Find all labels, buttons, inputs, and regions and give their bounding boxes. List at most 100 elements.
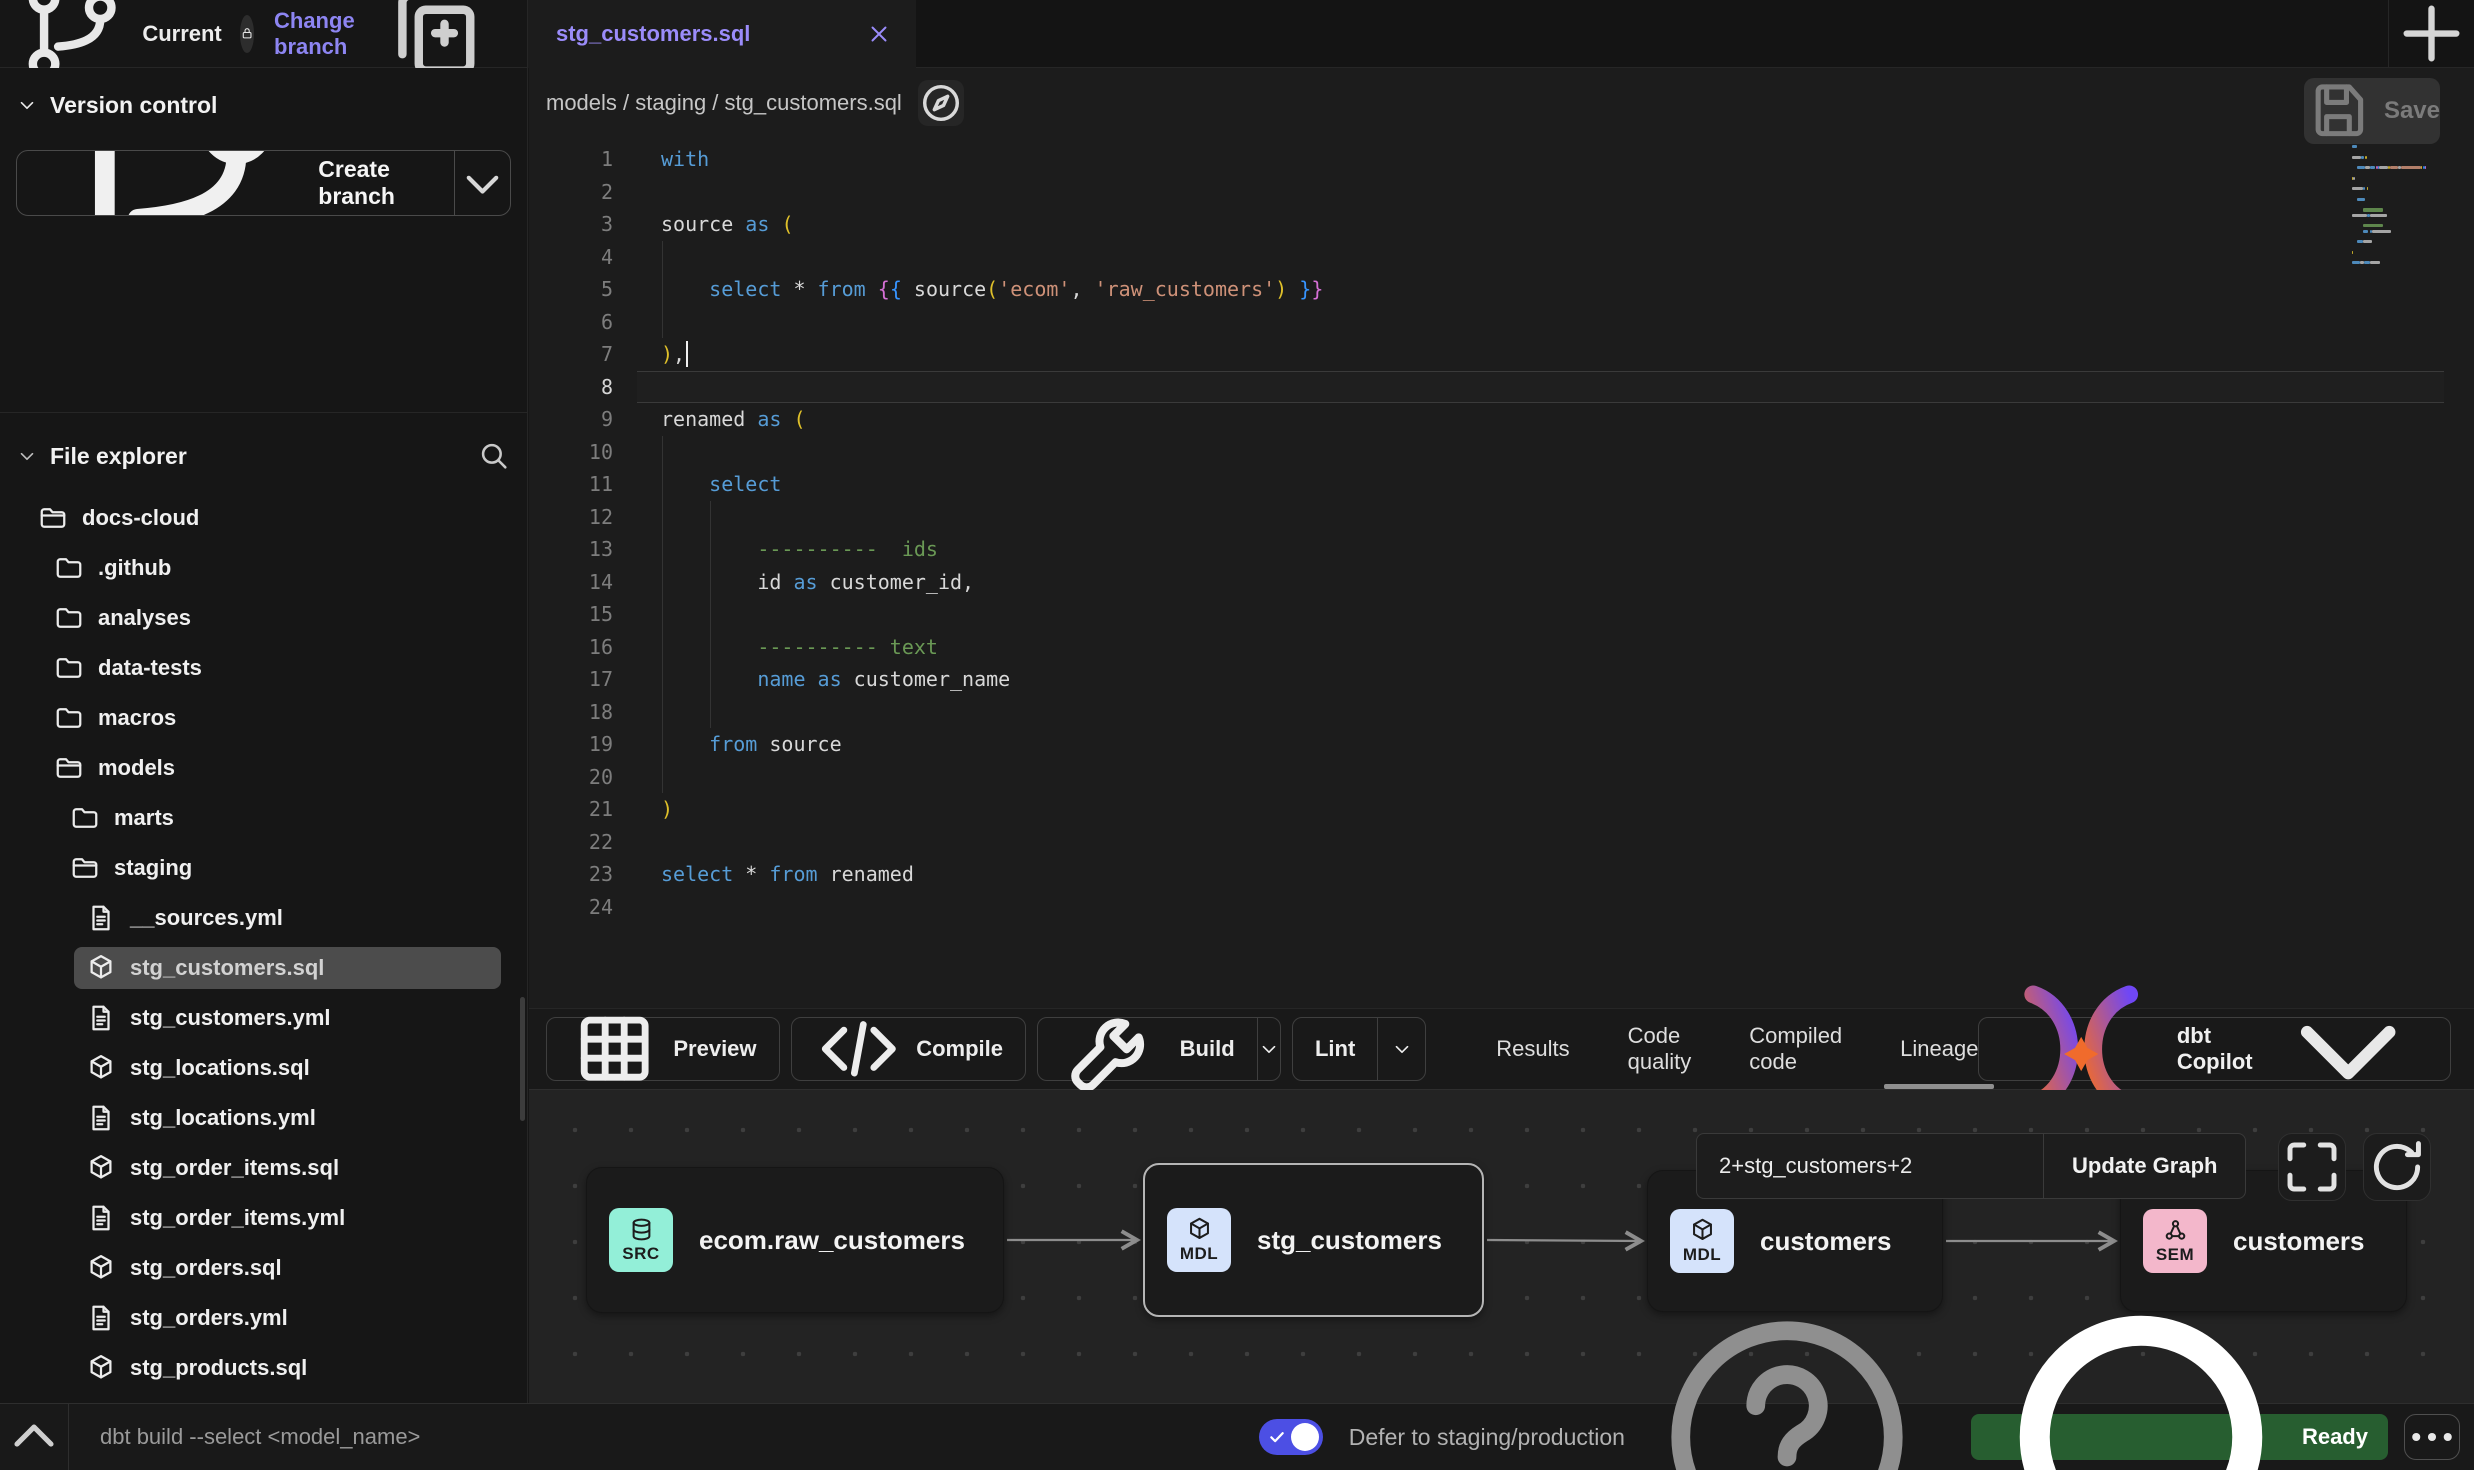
code-line-8[interactable] xyxy=(637,371,2444,404)
build-dropdown[interactable] xyxy=(1257,1018,1280,1080)
version-control-title: Version control xyxy=(50,92,217,119)
search-icon[interactable] xyxy=(477,439,511,473)
code-line-19[interactable]: from source xyxy=(637,728,2444,761)
dbt-copilot-button[interactable]: dbt Copilot xyxy=(1978,1017,2451,1081)
lint-button[interactable]: Lint xyxy=(1293,1018,1377,1080)
code-editor[interactable]: 123456789101112131415161718192021222324 … xyxy=(529,137,2474,1008)
code-line-15[interactable] xyxy=(637,598,2444,631)
editor-tab[interactable]: stg_customers.sql xyxy=(528,0,916,68)
line-number: 5 xyxy=(529,273,637,306)
breadcrumb[interactable]: models / staging / stg_customers.sql xyxy=(546,90,902,116)
tree-item-stg_order_items.sql[interactable]: stg_order_items.sql xyxy=(16,1143,511,1193)
code-line-11[interactable]: select xyxy=(637,468,2444,501)
code-line-23[interactable]: select * from renamed xyxy=(637,858,2444,891)
file-icon xyxy=(86,1103,116,1133)
node-label: ecom.raw_customers xyxy=(699,1225,965,1256)
minimap[interactable] xyxy=(2346,141,2466,272)
code-line-16[interactable]: ---------- text xyxy=(637,631,2444,664)
close-tab-icon[interactable] xyxy=(866,21,892,47)
new-tab-button[interactable] xyxy=(2388,0,2474,67)
code-line-18[interactable] xyxy=(637,696,2444,729)
tree-item-stg_locations.sql[interactable]: stg_locations.sql xyxy=(16,1043,511,1093)
tab-code-quality[interactable]: Code quality xyxy=(1628,1009,1692,1089)
file-explorer-header[interactable]: File explorer xyxy=(16,433,511,479)
preview-button[interactable]: Preview xyxy=(546,1017,780,1081)
ready-status-button[interactable]: Ready xyxy=(1971,1414,2388,1460)
command-input[interactable]: dbt build --select <model_name> xyxy=(69,1424,1259,1450)
code-line-12[interactable] xyxy=(637,501,2444,534)
code-line-3[interactable]: source as ( xyxy=(637,208,2444,241)
tree-item-stg_customers.sql[interactable]: stg_customers.sql xyxy=(16,943,511,993)
code-line-24[interactable] xyxy=(637,891,2444,924)
tree-item-stg_locations.yml[interactable]: stg_locations.yml xyxy=(16,1093,511,1143)
tree-item-stg_order_items.yml[interactable]: stg_order_items.yml xyxy=(16,1193,511,1243)
fullscreen-button[interactable] xyxy=(2278,1133,2346,1201)
sidebar-scrollbar[interactable] xyxy=(520,997,525,1121)
code-line-22[interactable] xyxy=(637,826,2444,859)
tab-compiled-code[interactable]: Compiled code xyxy=(1749,1009,1842,1089)
code-line-13[interactable]: ---------- ids xyxy=(637,533,2444,566)
cube-icon xyxy=(1689,1217,1716,1244)
build-button[interactable]: Build xyxy=(1038,1018,1257,1080)
folder-icon xyxy=(54,603,84,633)
code-line-7[interactable]: ), xyxy=(637,338,2444,371)
code-line-6[interactable] xyxy=(637,306,2444,339)
code-line-20[interactable] xyxy=(637,761,2444,794)
editor-tab-label: stg_customers.sql xyxy=(556,21,866,47)
chevron-down-icon xyxy=(16,94,38,116)
lineage-node-ecom.raw_customers[interactable]: SRCecom.raw_customers xyxy=(586,1167,1004,1313)
version-control-header[interactable]: Version control xyxy=(16,82,511,128)
tree-item-macros[interactable]: macros xyxy=(16,693,511,743)
tree-item-stg_customers.yml[interactable]: stg_customers.yml xyxy=(16,993,511,1043)
indent-guide xyxy=(662,468,663,501)
code-line-1[interactable]: with xyxy=(637,143,2444,176)
tab-results[interactable]: Results xyxy=(1496,1009,1569,1089)
more-options-button[interactable] xyxy=(2404,1414,2460,1460)
tree-item-docs-cloud[interactable]: docs-cloud xyxy=(16,493,511,543)
file-icon xyxy=(86,903,116,933)
code-line-9[interactable]: renamed as ( xyxy=(637,403,2444,436)
create-branch-main[interactable]: Create branch xyxy=(17,151,454,215)
tree-item-analyses[interactable]: analyses xyxy=(16,593,511,643)
create-branch-dropdown[interactable] xyxy=(454,151,510,215)
tree-item-marts[interactable]: marts xyxy=(16,793,511,843)
tab-lineage[interactable]: Lineage xyxy=(1900,1009,1978,1089)
code-line-14[interactable]: id as customer_id, xyxy=(637,566,2444,599)
help-icon[interactable] xyxy=(1637,1287,1937,1470)
tree-item-stg_orders.sql[interactable]: stg_orders.sql xyxy=(16,1243,511,1293)
tree-item-stg_orders.yml[interactable]: stg_orders.yml xyxy=(16,1293,511,1343)
create-branch-label: Create branch xyxy=(318,156,454,210)
tree-item-staging[interactable]: staging xyxy=(16,843,511,893)
code-line-17[interactable]: name as customer_name xyxy=(637,663,2444,696)
code-line-5[interactable]: select * from {{ source('ecom', 'raw_cus… xyxy=(637,273,2444,306)
line-number: 6 xyxy=(529,306,637,339)
tree-item-.github[interactable]: .github xyxy=(16,543,511,593)
update-graph-button[interactable]: Update Graph xyxy=(2044,1134,2245,1198)
code-line-4[interactable] xyxy=(637,241,2444,274)
line-number: 1 xyxy=(529,143,637,176)
lint-dropdown[interactable] xyxy=(1377,1018,1425,1080)
collapse-command-bar-button[interactable] xyxy=(0,1404,69,1470)
file-name: stg_customers.yml xyxy=(130,1005,331,1031)
tree-item-data-tests[interactable]: data-tests xyxy=(16,643,511,693)
change-branch-link[interactable]: Change branch xyxy=(274,8,355,60)
code-line-2[interactable] xyxy=(637,176,2444,209)
lock-icon xyxy=(240,26,254,40)
save-button[interactable]: Save xyxy=(2304,78,2440,144)
code-area[interactable]: with source as ( select * from {{ source(… xyxy=(637,137,2474,1008)
tree-item-models[interactable]: models xyxy=(16,743,511,793)
open-docs-icon-button[interactable] xyxy=(918,80,964,126)
tree-item-__sources.yml[interactable]: __sources.yml xyxy=(16,893,511,943)
text-cursor xyxy=(686,341,688,367)
refresh-button[interactable] xyxy=(2363,1133,2431,1201)
lineage-selector-input[interactable]: 2+stg_customers+2 xyxy=(1697,1134,2044,1198)
tree-item-stg_products.sql[interactable]: stg_products.sql xyxy=(16,1343,511,1393)
compile-button[interactable]: Compile xyxy=(791,1017,1026,1081)
defer-toggle[interactable] xyxy=(1259,1419,1323,1455)
line-number: 14 xyxy=(529,566,637,599)
line-number: 24 xyxy=(529,891,637,924)
sidebar: Version control Create branch File explo… xyxy=(0,68,528,1403)
code-line-10[interactable] xyxy=(637,436,2444,469)
file-name: analyses xyxy=(98,605,191,631)
code-line-21[interactable]: ) xyxy=(637,793,2444,826)
